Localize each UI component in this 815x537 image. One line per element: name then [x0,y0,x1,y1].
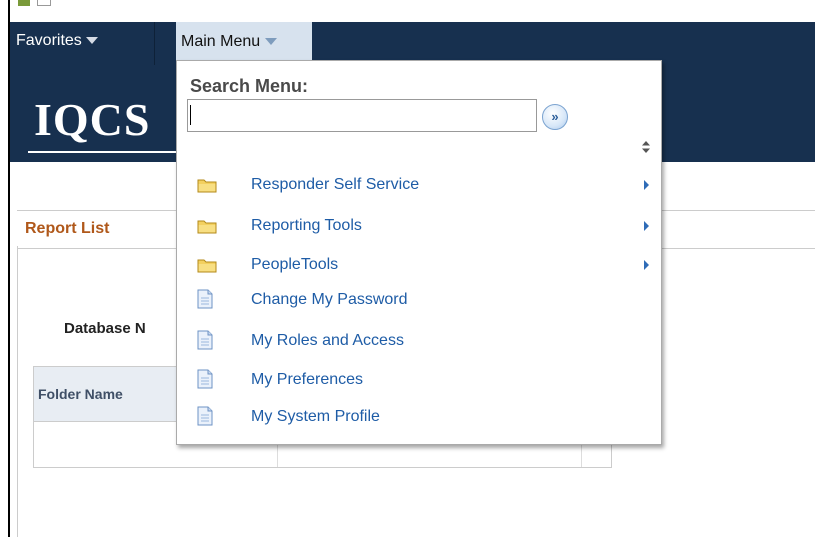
menu-item-label: My Preferences [251,371,364,388]
favorites-label: Favorites [16,32,82,49]
search-menu-input[interactable] [187,99,537,132]
submenu-arrow-icon [644,180,649,190]
main-menu-button[interactable]: Main Menu [176,22,312,62]
folder-name-column-header[interactable]: Folder Name [38,386,123,402]
main-menu-dropdown: Search Menu: » Responder Self Service Rep… [176,60,662,445]
report-list-border [17,246,18,537]
logo-underline [28,151,188,153]
menu-item[interactable]: My Roles and Access [177,326,661,356]
main-menu-label: Main Menu [181,33,261,50]
menu-item-label: My System Profile [251,408,380,425]
document-icon [197,330,217,350]
document-icon [197,369,217,389]
document-icon [197,406,217,426]
toolbar-box-icon [37,0,51,6]
menu-item-label: My Roles and Access [251,332,404,349]
report-list-title: Report List [25,220,110,237]
chevron-down-icon [265,38,278,46]
folder-icon [197,257,217,274]
database-name-label: Database N [64,320,146,337]
submenu-arrow-icon [644,260,649,270]
double-chevron-right-icon: » [551,109,559,124]
top-toolbar-strip [10,0,815,22]
toolbar-edge-icon [18,0,30,6]
menu-item[interactable]: My System Profile [177,402,661,432]
menu-item-label: Change My Password [251,291,408,308]
chevron-down-icon [85,37,98,45]
menu-item[interactable]: My Preferences [177,365,661,395]
menu-item[interactable]: Reporting Tools [177,211,661,241]
favorites-menu[interactable]: Favorites [16,32,98,50]
menu-item[interactable]: PeopleTools [177,250,661,280]
menu-item-label: Responder Self Service [251,176,420,193]
folder-icon [197,177,217,194]
menu-item[interactable]: Change My Password [177,285,661,315]
menu-item-label: PeopleTools [251,256,339,273]
search-go-button[interactable]: » [542,104,568,130]
sort-icon[interactable] [641,140,651,154]
nav-separator [154,22,155,65]
folder-icon [197,218,217,235]
menu-item-label: Reporting Tools [251,217,362,234]
text-caret [190,105,191,125]
submenu-arrow-icon [644,221,649,231]
search-menu-title: Search Menu: [190,76,309,96]
document-icon [197,289,217,309]
app-logo: IQCS [34,94,151,145]
top-navbar: Favorites Main Menu [10,22,815,65]
menu-item[interactable]: Responder Self Service [177,170,661,200]
